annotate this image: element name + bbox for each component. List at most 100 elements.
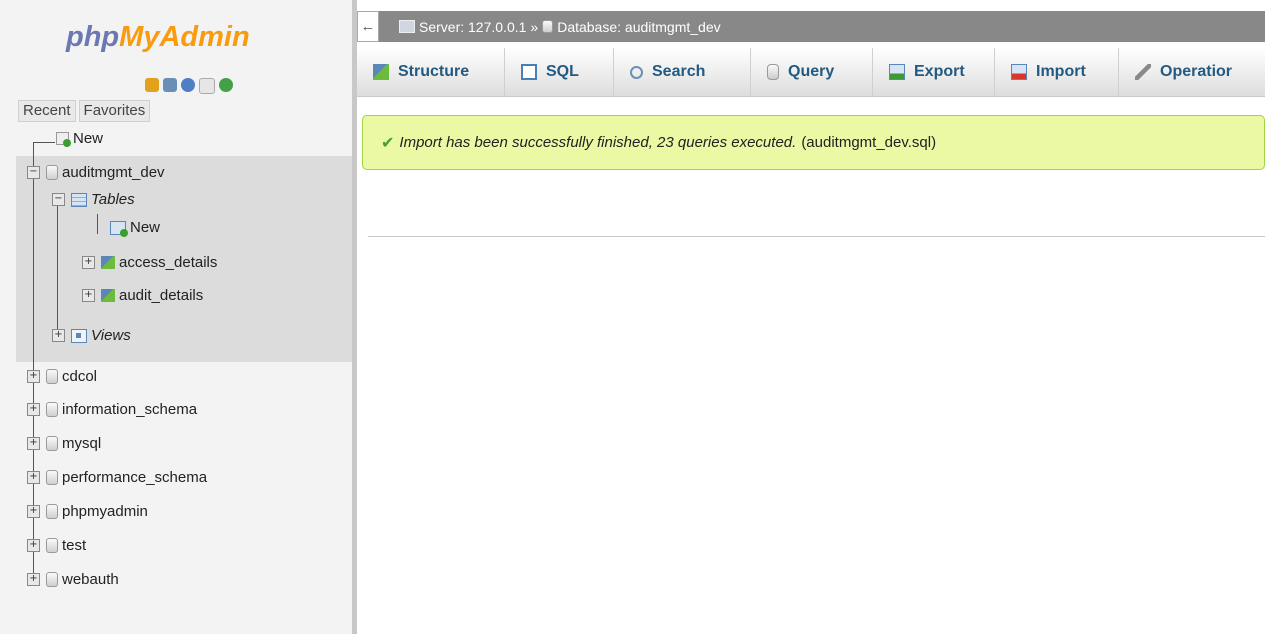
- tree-item-database-auditmgmt-dev[interactable]: − auditmgmt_dev: [27, 164, 165, 181]
- database-icon: [46, 572, 58, 587]
- tab-export[interactable]: Export: [873, 48, 995, 96]
- tree-item-database[interactable]: + webauth: [27, 571, 119, 588]
- collapse-nav-button[interactable]: ←: [357, 11, 379, 42]
- server-icon: [399, 20, 415, 33]
- tree-item-database[interactable]: + cdcol: [27, 368, 97, 385]
- logo-php: php: [66, 21, 120, 53]
- expand-icon[interactable]: +: [52, 329, 65, 342]
- expand-icon[interactable]: +: [82, 256, 95, 269]
- expand-icon[interactable]: +: [27, 403, 40, 416]
- tree-item-table-audit-details[interactable]: + audit_details: [82, 287, 203, 304]
- collapse-icon[interactable]: −: [52, 193, 65, 206]
- breadcrumb-database[interactable]: Database: auditmgmt_dev: [557, 19, 720, 35]
- tab-sql-label: SQL: [546, 63, 579, 80]
- docs-icon[interactable]: [199, 78, 215, 94]
- tab-structure[interactable]: Structure: [357, 48, 505, 96]
- tree-item-db-label: phpmyadmin: [62, 503, 148, 520]
- tree-item-database[interactable]: + information_schema: [27, 401, 197, 418]
- navigation-panel: phpMyAdmin Recent Favorites New − auditm…: [0, 0, 352, 634]
- database-icon: [46, 165, 58, 180]
- tab-operations[interactable]: Operatior: [1119, 48, 1265, 96]
- search-icon: [630, 65, 643, 79]
- table-structure-icon: [101, 289, 115, 302]
- tree-line-new: [33, 142, 55, 143]
- recent-favorites-tabs: Recent Favorites: [18, 100, 151, 122]
- tree-item-db-label: auditmgmt_dev: [62, 164, 165, 181]
- database-icon: [542, 20, 554, 33]
- tree-item-views-label: Views: [91, 327, 131, 344]
- tree-item-new[interactable]: New: [56, 130, 103, 147]
- new-database-icon: [56, 132, 71, 147]
- home-icon[interactable]: [145, 78, 159, 92]
- table-structure-icon: [101, 256, 115, 269]
- help-icon[interactable]: [181, 78, 195, 92]
- query-icon: [767, 64, 779, 80]
- favorites-tab[interactable]: Favorites: [78, 100, 151, 122]
- tab-search[interactable]: Search: [614, 48, 751, 96]
- tab-structure-label: Structure: [398, 63, 470, 80]
- database-icon: [46, 436, 58, 451]
- new-table-icon: [110, 220, 128, 237]
- tables-icon: [71, 192, 87, 207]
- tree-item-new-table-label: New: [130, 219, 161, 236]
- database-icon: [46, 402, 58, 417]
- logout-icon[interactable]: [163, 78, 177, 92]
- tab-import-label: Import: [1036, 63, 1086, 80]
- structure-icon: [373, 64, 389, 80]
- database-icon: [46, 504, 58, 519]
- tree-item-db-label: webauth: [62, 571, 119, 588]
- expand-icon[interactable]: +: [27, 505, 40, 518]
- tree-item-new-label: New: [73, 130, 104, 147]
- expand-icon[interactable]: +: [82, 289, 95, 302]
- expand-icon[interactable]: +: [27, 539, 40, 552]
- breadcrumb: Server: 127.0.0.1 » Database: auditmgmt_…: [399, 19, 721, 35]
- import-icon: [1011, 64, 1027, 80]
- tree-item-database[interactable]: + mysql: [27, 435, 101, 452]
- tree-item-tables[interactable]: − Tables: [52, 191, 135, 208]
- tree-item-database[interactable]: + performance_schema: [27, 469, 207, 486]
- breadcrumb-bar: ← Server: 127.0.0.1 » Database: auditmgm…: [357, 11, 1265, 42]
- expand-icon[interactable]: +: [27, 437, 40, 450]
- expand-icon[interactable]: +: [27, 370, 40, 383]
- tree-line-tables: [97, 214, 98, 234]
- tree-item-database[interactable]: + test: [27, 537, 86, 554]
- views-icon: [71, 328, 87, 343]
- recent-tab[interactable]: Recent: [18, 100, 76, 122]
- nav-icon-bar: [145, 78, 233, 94]
- phpmyadmin-logo[interactable]: phpMyAdmin: [66, 20, 250, 54]
- export-icon: [889, 64, 905, 80]
- tree-item-table-label: access_details: [119, 254, 218, 271]
- tree-item-db-label: mysql: [62, 435, 102, 452]
- tree-item-db-label: information_schema: [62, 401, 198, 418]
- tab-sql[interactable]: SQL: [505, 48, 614, 96]
- tab-import[interactable]: Import: [995, 48, 1119, 96]
- success-message: ✔ Import has been successfully finished,…: [362, 115, 1265, 170]
- database-icon: [46, 470, 58, 485]
- tree-item-views[interactable]: + Views: [52, 327, 131, 344]
- tree-item-table-label: audit_details: [119, 287, 204, 304]
- collapse-icon[interactable]: −: [27, 166, 40, 179]
- expand-icon[interactable]: +: [27, 573, 40, 586]
- tab-query-label: Query: [788, 63, 835, 80]
- success-message-file: (auditmgmt_dev.sql): [801, 134, 937, 151]
- sql-icon: [521, 64, 537, 80]
- tree-item-table-access-details[interactable]: + access_details: [82, 254, 217, 271]
- tree-line-db: [57, 206, 58, 338]
- tree-item-db-label: cdcol: [62, 368, 98, 385]
- reload-icon[interactable]: [219, 78, 233, 92]
- tree-item-tables-label: Tables: [91, 191, 135, 208]
- checkmark-icon: ✔: [381, 133, 395, 152]
- tree-item-db-label: performance_schema: [62, 469, 208, 486]
- tree-item-database[interactable]: + phpmyadmin: [27, 503, 148, 520]
- wrench-icon: [1135, 64, 1151, 80]
- tree-item-db-label: test: [62, 537, 87, 554]
- logo-my: My: [119, 21, 160, 53]
- breadcrumb-server[interactable]: Server: 127.0.0.1: [419, 19, 526, 35]
- success-message-text: Import has been successfully finished, 2…: [399, 134, 797, 151]
- database-menu-tabs: Structure SQL Search Query Export Import…: [357, 48, 1265, 97]
- expand-icon[interactable]: +: [27, 471, 40, 484]
- tab-query[interactable]: Query: [751, 48, 873, 96]
- breadcrumb-separator: »: [530, 18, 539, 35]
- tab-export-label: Export: [914, 63, 965, 80]
- tree-item-new-table[interactable]: New: [110, 219, 161, 237]
